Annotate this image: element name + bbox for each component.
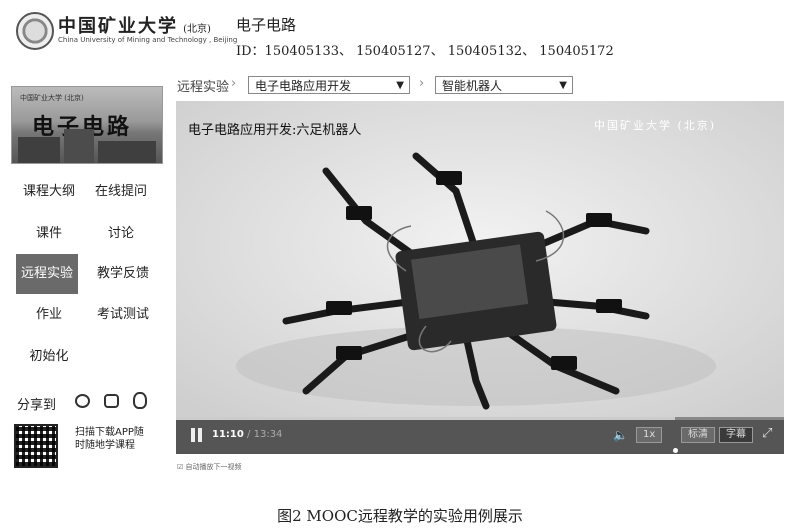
nav-courseware[interactable]: 课件 bbox=[18, 222, 80, 241]
category-select-value: 电子电路应用开发 bbox=[255, 79, 352, 93]
course-title: 电子电路 bbox=[236, 16, 297, 34]
robot-video-frame bbox=[176, 101, 784, 417]
university-name-cn: 中国矿业大学 bbox=[58, 16, 178, 37]
fullscreen-icon[interactable]: ⤢ bbox=[762, 426, 772, 441]
university-suffix: (北京) bbox=[183, 24, 211, 35]
weibo-icon[interactable] bbox=[75, 394, 90, 408]
nav-teaching-feedback[interactable]: 教学反馈 bbox=[90, 262, 156, 281]
nav-exam[interactable]: 考试测试 bbox=[90, 303, 156, 322]
nav-initialize[interactable]: 初始化 bbox=[18, 345, 80, 364]
university-name: 中国矿业大学 (北京) bbox=[58, 12, 211, 38]
dropdown-arrow-icon: ▼ bbox=[396, 80, 404, 91]
university-logo bbox=[16, 12, 54, 50]
progress-handle[interactable] bbox=[672, 448, 678, 453]
course-cover-image: 中国矿业大学 (北京) 电子电路 bbox=[11, 86, 163, 164]
breadcrumb-chevron-icon: › bbox=[419, 76, 425, 91]
nav-discussion[interactable]: 讨论 bbox=[90, 222, 152, 241]
autoplay-checkbox[interactable]: ☑ 自动播放下一视频 bbox=[177, 462, 242, 472]
app-qr-code bbox=[14, 424, 58, 468]
share-label: 分享到 bbox=[17, 398, 57, 413]
experiment-select-value: 智能机器人 bbox=[442, 79, 503, 93]
subtitle-button[interactable]: 字幕 bbox=[719, 427, 753, 443]
category-select[interactable]: 电子电路应用开发 ▼ bbox=[248, 76, 410, 94]
breadcrumb-label[interactable]: 远程实验 bbox=[177, 76, 229, 95]
checkbox-icon: ☑ bbox=[177, 463, 184, 471]
nav-remote-experiment[interactable]: 远程实验 bbox=[16, 254, 78, 294]
video-title: 电子电路应用开发:六足机器人 bbox=[188, 123, 362, 138]
wechat-icon[interactable] bbox=[104, 394, 119, 408]
nav-syllabus[interactable]: 课程大纲 bbox=[18, 180, 80, 199]
autoplay-label: 自动播放下一视频 bbox=[185, 463, 242, 471]
volume-icon[interactable]: 🔈 bbox=[613, 428, 628, 442]
experiment-select[interactable]: 智能机器人 ▼ bbox=[435, 76, 573, 94]
figure-caption: 图2 MOOC远程教学的实验用例展示 bbox=[277, 507, 523, 525]
student-ids: ID：150405133、 150405127、 150405132、 1504… bbox=[236, 44, 614, 59]
video-watermark: 中国矿业大学 (北京) bbox=[594, 119, 717, 132]
playback-speed-button[interactable]: 1x bbox=[636, 427, 663, 443]
quality-button[interactable]: 标清 bbox=[681, 427, 715, 443]
qr-download-text: 扫描下载APP随时随地学课程 bbox=[75, 427, 144, 451]
progress-fill bbox=[176, 417, 675, 420]
dropdown-arrow-icon: ▼ bbox=[559, 80, 567, 91]
total-time: 13:34 bbox=[253, 429, 283, 440]
current-time: 11:10 bbox=[212, 429, 244, 440]
progress-bar[interactable] bbox=[176, 417, 784, 420]
nav-homework[interactable]: 作业 bbox=[18, 303, 80, 322]
qq-icon[interactable] bbox=[133, 392, 147, 409]
nav-online-questions[interactable]: 在线提问 bbox=[90, 180, 152, 199]
pause-icon[interactable] bbox=[190, 428, 204, 442]
cover-university-text: 中国矿业大学 (北京) bbox=[20, 94, 84, 102]
university-name-en: China University of Mining and Technolog… bbox=[58, 36, 238, 44]
video-player[interactable]: 电子电路应用开发:六足机器人 中国矿业大学 (北京) 11:10 / 13:34… bbox=[176, 101, 784, 454]
breadcrumb-chevron-icon: › bbox=[231, 76, 237, 91]
